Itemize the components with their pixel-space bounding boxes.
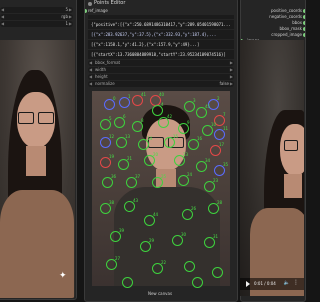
point-label: 1 — [128, 94, 131, 99]
points-editor-title[interactable]: Points Editor — [85, 0, 237, 8]
point-label: 2 — [217, 96, 220, 101]
point-label: 11 — [223, 126, 229, 131]
point-label: 37 — [135, 174, 141, 179]
point-marker[interactable] — [184, 261, 195, 272]
ref-image-input[interactable]: ref_image — [85, 8, 237, 14]
point-label: 24 — [187, 172, 193, 177]
point-label: 45 — [205, 104, 211, 109]
point-label: 35 — [223, 162, 229, 167]
point-label: 5 — [109, 116, 112, 121]
point-label: 34 — [205, 158, 211, 163]
point-label: 22 — [161, 260, 167, 265]
point-marker[interactable] — [192, 277, 203, 288]
sparkle-icon: ✦ — [59, 271, 67, 281]
point-marker[interactable] — [212, 267, 223, 278]
volume-icon[interactable]: 🔈 — [284, 280, 290, 286]
height-widget[interactable]: ◀ height ▶ — [88, 74, 234, 80]
bboxes-field[interactable]: [{"startX":13.7360884889918,"startY":23.… — [88, 50, 234, 59]
play-icon[interactable] — [246, 281, 250, 287]
output-port-icon[interactable] — [303, 15, 305, 19]
width-widget[interactable]: ◀ width ▶ — [88, 67, 234, 73]
output-port-icon[interactable] — [303, 9, 305, 13]
bbox-format-widget[interactable]: ◀ bbox_format ▶ — [88, 60, 234, 66]
point-label: 36 — [111, 174, 117, 179]
point-label: 31 — [213, 234, 219, 239]
point-label: 7 — [223, 112, 226, 117]
video-time: 0:01 / 0:04 — [254, 281, 276, 286]
point-label: 20 — [153, 152, 159, 157]
more-options-icon[interactable]: ⋮ — [293, 279, 299, 286]
point-label: 8 — [141, 118, 144, 123]
node-status-icon — [88, 2, 92, 6]
output-port-icon[interactable] — [303, 21, 305, 25]
canvas-caption: New canvas — [147, 291, 173, 296]
point-label: 39 — [119, 228, 125, 233]
point-label: 30 — [181, 232, 187, 237]
coordinates-field[interactable]: [{"x":283.92637,"y":37.5},{"x":332.93,"y… — [88, 30, 234, 39]
point-marker[interactable] — [122, 277, 133, 288]
left-widget-1[interactable]: ◀ 5 ▶ — [0, 7, 73, 13]
normalize-widget[interactable]: ◀ normalize false ▶ — [88, 81, 234, 87]
point-label: 14 — [147, 136, 153, 141]
point-label: 28 — [217, 200, 223, 205]
points-store-field[interactable]: {"positive":[{"x":250.6891486310417,"y":… — [88, 20, 234, 29]
point-label: 25 — [161, 174, 167, 179]
point-label: 19 — [109, 154, 115, 159]
point-label: 44 — [153, 212, 159, 217]
left-widget-2[interactable]: ◀ rgb ▶ — [0, 14, 73, 20]
video-controls[interactable]: 0:01 / 0:04 🔈 ⋮ — [240, 278, 304, 290]
video-preview[interactable] — [240, 40, 304, 296]
input-port-icon[interactable] — [85, 9, 87, 13]
point-label: 0 — [113, 96, 116, 101]
output-port-icon[interactable] — [303, 33, 305, 37]
point-label: 3 — [193, 98, 196, 103]
point-label: 4 — [161, 102, 164, 107]
point-label: 41 — [141, 92, 147, 97]
point-label: 26 — [191, 206, 197, 211]
output-port-icon[interactable] — [303, 27, 305, 31]
neg-coordinates-field[interactable]: [{"x":1158.1,"y":41.2},{"x":157.9,"y":49… — [88, 40, 234, 49]
point-label: 40 — [159, 92, 165, 97]
point-label: 38 — [109, 200, 115, 205]
point-label: 42 — [167, 114, 173, 119]
point-label: 17 — [219, 142, 225, 147]
spacer — [88, 15, 234, 19]
point-label: 9 — [187, 120, 190, 125]
right-node-title[interactable] — [241, 0, 305, 8]
point-label: 27 — [115, 256, 121, 261]
left-widget-3[interactable]: ◀ 1 ▶ — [0, 21, 73, 27]
point-label: 15 — [173, 134, 179, 139]
point-label: 21 — [127, 156, 133, 161]
point-label: 29 — [149, 238, 155, 243]
point-label: 6 — [123, 114, 126, 119]
points-canvas[interactable]: 41 40 1 0 2 3 4 45 7 5 6 8 42 9 10 11 12 13 14 15 16 17 19 21 20… — [92, 91, 230, 288]
point-label: 23 — [213, 178, 219, 183]
point-label: 16 — [197, 136, 203, 141]
left-node-title[interactable] — [0, 0, 76, 6]
point-label: 13 — [125, 134, 131, 139]
point-label: 10 — [211, 122, 217, 127]
point-label: 12 — [109, 134, 115, 139]
left-preview-image — [0, 40, 75, 298]
point-label: 43 — [133, 198, 139, 203]
point-label: 33 — [183, 152, 189, 157]
